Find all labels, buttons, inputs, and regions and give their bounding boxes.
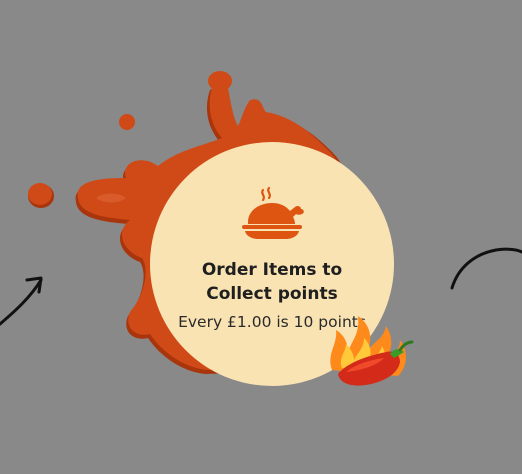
card-title: Order Items to Collect points [201, 260, 343, 304]
arrow-left-decoration [0, 276, 43, 326]
flaming-chili-pepper-icon [330, 316, 414, 386]
points-info-screen: Order Items to Collect points Every £1.0… [0, 0, 522, 474]
arrow-right-decoration [450, 247, 522, 290]
roast-chicken-cloche-icon [242, 186, 304, 239]
